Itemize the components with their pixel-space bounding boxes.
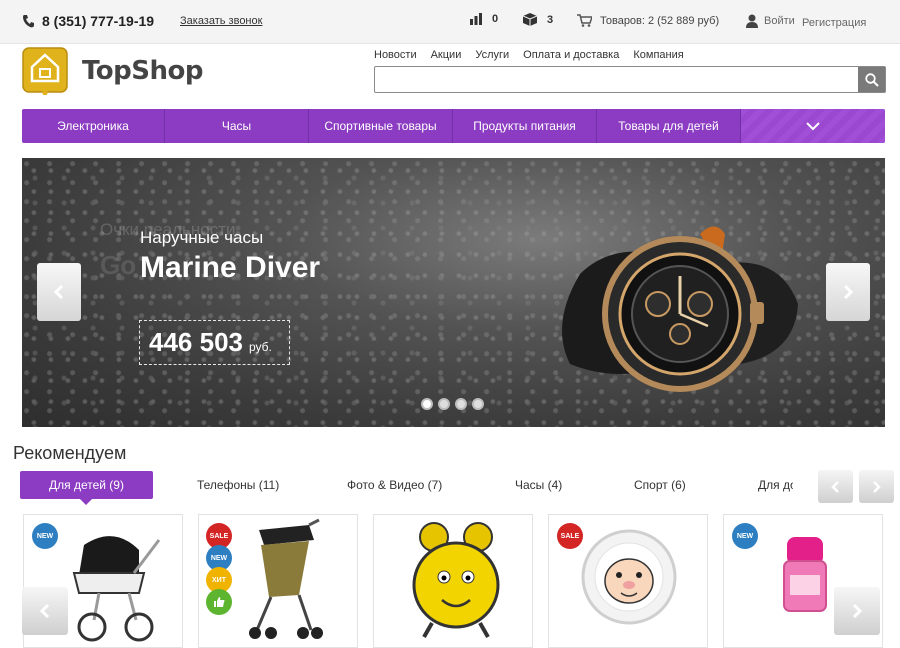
category-kids[interactable]: Товары для детей	[597, 109, 741, 143]
nav-services[interactable]: Услуги	[475, 49, 509, 61]
register-link[interactable]: Регистрация	[802, 17, 866, 29]
category-electronics[interactable]: Электроника	[22, 109, 165, 143]
watch-image	[562, 226, 798, 392]
slider-dot[interactable]	[472, 398, 484, 410]
cart-label: Товаров: 2 (52 889 руб)	[600, 14, 720, 27]
tab-sport[interactable]: Спорт (6)	[634, 471, 686, 499]
chevron-right-icon	[873, 480, 881, 493]
box-count: 3	[547, 13, 554, 26]
box-icon	[523, 13, 537, 26]
slider-dot[interactable]	[421, 398, 433, 410]
login-label: Войти	[764, 15, 795, 27]
cart-summary[interactable]: Товаров: 2 (52 889 руб)	[577, 14, 719, 27]
tabs-next-button[interactable]	[859, 470, 894, 503]
chevron-left-icon	[54, 285, 64, 299]
nav-payment-delivery[interactable]: Оплата и доставка	[523, 49, 619, 61]
box-counter[interactable]: 3	[523, 13, 553, 26]
slider-dots	[421, 398, 484, 410]
chevron-left-icon	[831, 480, 839, 493]
compare-counter[interactable]: 0	[470, 13, 498, 25]
category-more-button[interactable]	[741, 109, 885, 143]
callback-link[interactable]: Заказать звонок	[180, 15, 262, 27]
tab-photo-video[interactable]: Фото & Видео (7)	[347, 471, 442, 499]
tab-watches[interactable]: Часы (4)	[515, 471, 562, 499]
plate-image	[581, 529, 677, 625]
compare-count: 0	[492, 13, 499, 25]
search-icon	[864, 72, 879, 87]
category-watches[interactable]: Часы	[165, 109, 309, 143]
slider-prev-button[interactable]	[37, 263, 81, 321]
slide-price: 446 503 руб.	[139, 320, 290, 365]
tab-kids[interactable]: Для детей (9)	[20, 471, 153, 505]
slide-price-currency: руб.	[248, 339, 272, 354]
search-input[interactable]	[375, 67, 859, 92]
category-food[interactable]: Продукты питания	[453, 109, 597, 143]
cart-icon	[577, 14, 592, 27]
nav-promos[interactable]: Акции	[431, 49, 462, 61]
tabs-prev-button[interactable]	[818, 470, 853, 503]
products-next-button[interactable]	[834, 587, 880, 635]
product-card[interactable]: SALE NEW ХИТ	[198, 514, 358, 648]
nav-news[interactable]: Новости	[374, 49, 417, 61]
tab-more[interactable]: Для до	[758, 471, 793, 499]
phone-number: 8 (351) 777-19-19	[42, 13, 155, 29]
phone: 8 (351) 777-19-19	[22, 13, 154, 29]
slider-next-button[interactable]	[826, 263, 870, 321]
bar-chart-icon	[470, 13, 482, 25]
slider-dot[interactable]	[455, 398, 467, 410]
product-card[interactable]: SALE	[548, 514, 708, 648]
category-sports[interactable]: Спортивные товары	[309, 109, 453, 143]
category-nav: Электроника Часы Спортивные товары Проду…	[22, 109, 885, 143]
tab-phones[interactable]: Телефоны (11)	[197, 471, 279, 499]
products-prev-button[interactable]	[22, 587, 68, 635]
recommended-title: Рекомендуем	[13, 443, 127, 463]
chevron-left-icon	[40, 604, 50, 618]
top-nav: Новости Акции Услуги Оплата и доставка К…	[374, 49, 684, 61]
login-link[interactable]: Войти	[746, 14, 795, 28]
buggy-image	[249, 518, 323, 639]
hero-slider: Очки реальности Go Наручные часы Marine …	[22, 158, 885, 427]
alarm-clock-image	[412, 522, 500, 638]
slide-subtitle: Наручные часы	[140, 228, 264, 247]
logo-mark-icon	[22, 47, 68, 95]
logo[interactable]: TopShop	[22, 47, 203, 95]
chevron-right-icon	[843, 285, 853, 299]
slide-price-value: 446 503	[149, 327, 243, 357]
slide-title: Marine Diver	[140, 251, 321, 284]
user-icon	[746, 14, 758, 28]
nav-company[interactable]: Компания	[633, 49, 683, 61]
product-card[interactable]	[373, 514, 533, 648]
logo-text: TopShop	[82, 56, 203, 86]
search-button[interactable]	[858, 67, 885, 92]
phone-icon	[23, 15, 34, 28]
chevron-right-icon	[852, 604, 862, 618]
slider-ghost-title: Go	[100, 250, 137, 280]
search-box	[374, 66, 886, 93]
top-bar: 8 (351) 777-19-19 Заказать звонок 0 3 То…	[0, 0, 900, 44]
chevron-down-icon	[806, 121, 820, 130]
slider-dot[interactable]	[438, 398, 450, 410]
